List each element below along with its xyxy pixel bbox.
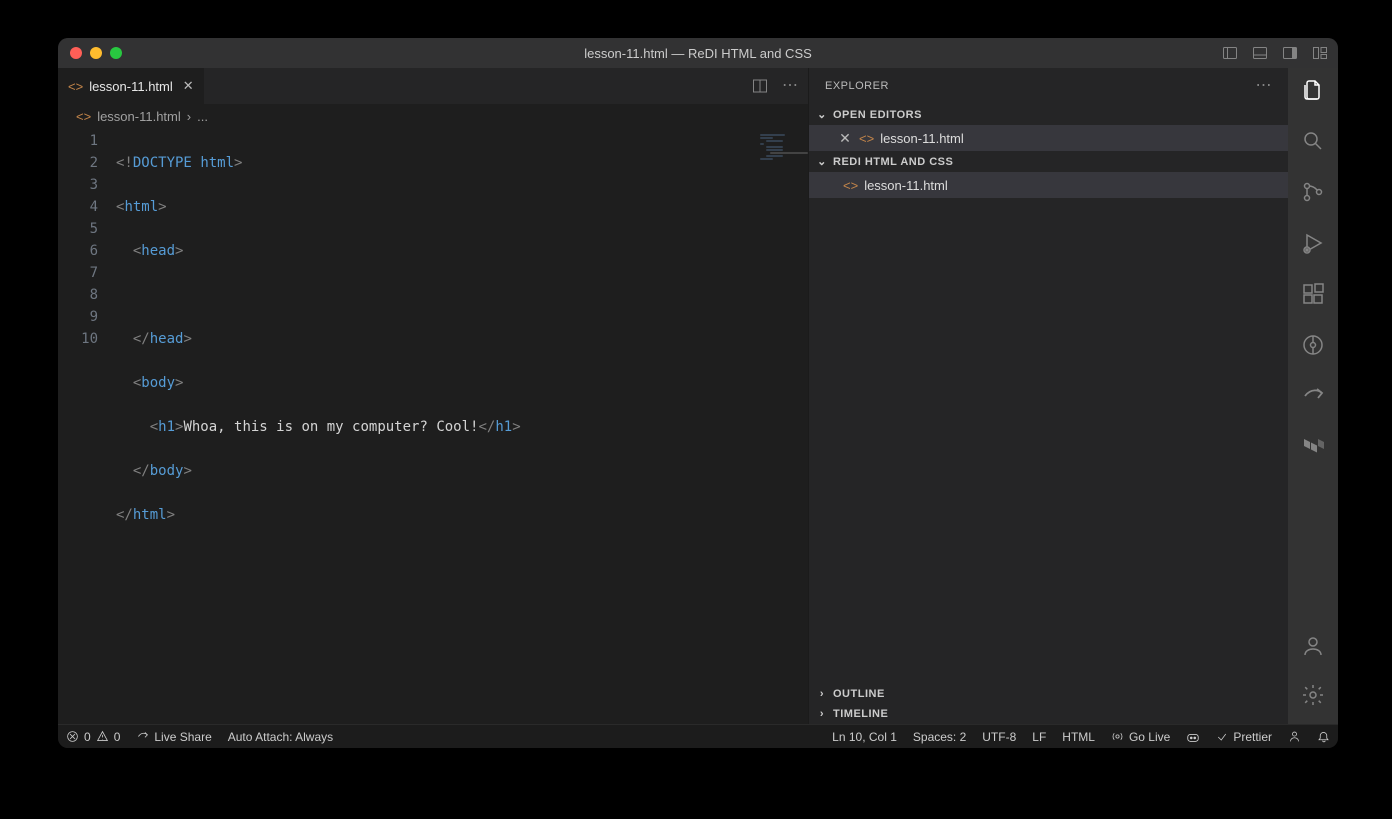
tab-close-icon[interactable]: ✕: [183, 78, 194, 94]
breadcrumb-rest: ...: [197, 109, 208, 124]
html-file-icon: <>: [843, 178, 858, 193]
project-section[interactable]: ⌄ REDI HTML AND CSS: [809, 151, 1288, 172]
breadcrumb-separator-icon: ›: [187, 109, 191, 124]
minimize-window-icon[interactable]: [90, 47, 102, 59]
line-numbers: 12345678910: [58, 128, 116, 724]
warning-icon: [96, 730, 109, 743]
error-icon: [66, 730, 79, 743]
minimap[interactable]: [760, 134, 802, 164]
search-icon[interactable]: [1301, 129, 1325, 158]
breadcrumb-file: lesson-11.html: [97, 109, 181, 124]
tab-label: lesson-11.html: [89, 79, 173, 94]
explorer-icon[interactable]: [1301, 78, 1325, 107]
traffic-lights: [70, 47, 122, 59]
source-control-icon[interactable]: [1301, 180, 1325, 209]
panel-bottom-icon[interactable]: [1252, 45, 1268, 61]
settings-gear-icon[interactable]: [1301, 683, 1325, 712]
status-bar: 0 0 Live Share Auto Attach: Always Ln 10…: [58, 724, 1338, 748]
status-eol[interactable]: LF: [1024, 730, 1054, 744]
timeline-section[interactable]: › TIMELINE: [809, 704, 1288, 724]
broadcast-icon: [1111, 730, 1124, 743]
code-editor[interactable]: 12345678910 <!DOCTYPE html> <html> <head…: [58, 128, 808, 724]
person-icon: [1288, 730, 1301, 743]
copilot-icon: [1186, 730, 1200, 744]
open-editors-section[interactable]: ⌄ OPEN EDITORS: [809, 104, 1288, 125]
panel-right-icon[interactable]: [1282, 45, 1298, 61]
explorer-title: EXPLORER ⋯: [809, 68, 1288, 104]
status-copilot[interactable]: [1178, 730, 1208, 744]
titlebar: lesson-11.html — ReDI HTML and CSS: [58, 38, 1338, 68]
code-content[interactable]: <!DOCTYPE html> <html> <head> </head> <b…: [116, 128, 808, 724]
chevron-right-icon: ›: [815, 708, 829, 720]
account-icon[interactable]: [1301, 634, 1325, 663]
status-language[interactable]: HTML: [1054, 730, 1103, 744]
liveshare-icon: [136, 730, 149, 743]
extensions-icon[interactable]: [1301, 282, 1325, 311]
chevron-down-icon: ⌄: [815, 108, 829, 121]
html-file-icon: <>: [76, 109, 91, 124]
status-bell[interactable]: [1309, 730, 1338, 743]
file-item[interactable]: <> lesson-11.html: [809, 172, 1288, 198]
status-cursor[interactable]: Ln 10, Col 1: [824, 730, 905, 744]
file-label: lesson-11.html: [864, 178, 948, 193]
panel-left-icon[interactable]: [1222, 45, 1238, 61]
gitlens-icon[interactable]: [1301, 333, 1325, 362]
outline-section[interactable]: › OUTLINE: [809, 684, 1288, 704]
status-prettier[interactable]: Prettier: [1208, 730, 1280, 744]
html-file-icon: <>: [859, 131, 874, 146]
chevron-down-icon: ⌄: [815, 155, 829, 168]
open-editor-item[interactable]: ✕ <> lesson-11.html: [809, 125, 1288, 151]
close-window-icon[interactable]: [70, 47, 82, 59]
status-liveshare[interactable]: Live Share: [128, 725, 219, 748]
split-editor-icon[interactable]: [752, 78, 768, 94]
status-indent[interactable]: Spaces: 2: [905, 730, 974, 744]
editor-group: <> lesson-11.html ✕ ⋯ <> lesson-11.html …: [58, 68, 808, 724]
layout-controls: [1222, 45, 1328, 61]
explorer-panel: EXPLORER ⋯ ⌄ OPEN EDITORS ✕ <> lesson-11…: [808, 68, 1288, 724]
breadcrumb[interactable]: <> lesson-11.html › ...: [58, 104, 808, 128]
window-title: lesson-11.html — ReDI HTML and CSS: [58, 46, 1338, 61]
run-debug-icon[interactable]: [1301, 231, 1325, 260]
vscode-window: lesson-11.html — ReDI HTML and CSS <> le…: [58, 38, 1338, 748]
status-golive[interactable]: Go Live: [1103, 730, 1178, 744]
status-problems[interactable]: 0 0: [58, 725, 128, 748]
status-autoattach[interactable]: Auto Attach: Always: [220, 725, 341, 748]
tab-lesson-11[interactable]: <> lesson-11.html ✕: [58, 68, 205, 104]
tab-bar: <> lesson-11.html ✕ ⋯: [58, 68, 808, 104]
activity-bar: [1288, 68, 1338, 724]
check-icon: [1216, 731, 1228, 743]
status-feedback[interactable]: [1280, 730, 1309, 743]
customize-layout-icon[interactable]: [1312, 45, 1328, 61]
status-encoding[interactable]: UTF-8: [974, 730, 1024, 744]
maximize-window-icon[interactable]: [110, 47, 122, 59]
share-icon[interactable]: [1301, 384, 1325, 413]
close-icon[interactable]: ✕: [837, 130, 853, 147]
chevron-right-icon: ›: [815, 688, 829, 700]
bell-icon: [1317, 730, 1330, 743]
terraform-icon[interactable]: [1301, 435, 1325, 464]
open-editor-label: lesson-11.html: [880, 131, 964, 146]
html-file-icon: <>: [68, 79, 83, 94]
